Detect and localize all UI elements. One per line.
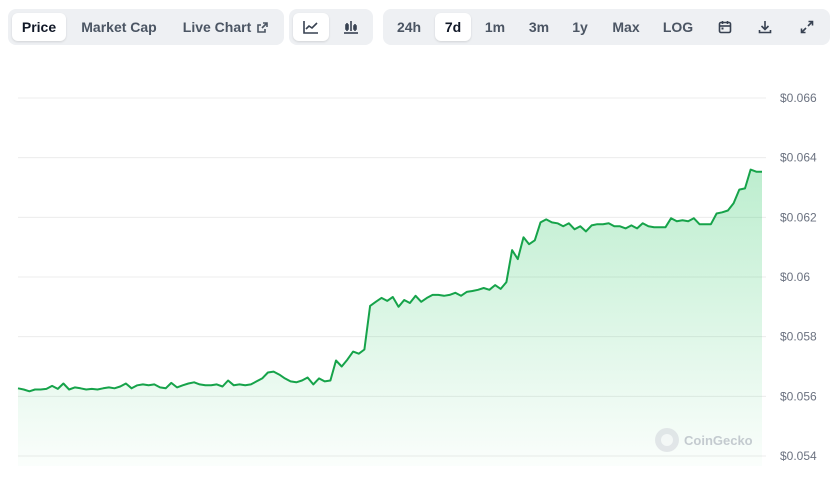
range-24h[interactable]: 24h <box>389 13 429 41</box>
range-label: 3m <box>528 19 550 35</box>
y-tick-label: $0.06 <box>780 270 810 284</box>
range-label: Max <box>612 19 640 35</box>
date-picker-button[interactable] <box>709 13 741 41</box>
chart-type-group <box>289 9 373 45</box>
candlestick-chart-icon <box>343 20 359 34</box>
range-group: 24h 7d 1m 3m 1y Max LOG <box>383 9 830 45</box>
tab-market-cap[interactable]: Market Cap <box>72 13 166 41</box>
range-max[interactable]: Max <box>603 13 649 41</box>
expand-icon <box>800 20 814 34</box>
tab-market-cap-label: Market Cap <box>81 19 157 35</box>
y-tick-label: $0.062 <box>780 210 817 224</box>
coingecko-logo-icon <box>655 428 679 452</box>
metric-tab-group: Price Market Cap Live Chart <box>8 9 284 45</box>
y-tick-label: $0.056 <box>780 389 817 403</box>
tab-live-chart[interactable]: Live Chart <box>174 13 278 41</box>
range-label: 1y <box>572 19 588 35</box>
y-tick-label: $0.054 <box>780 449 817 463</box>
range-3m[interactable]: 3m <box>519 13 559 41</box>
line-chart-icon <box>303 20 319 34</box>
range-label: 24h <box>396 19 422 35</box>
line-chart-button[interactable] <box>293 13 329 41</box>
log-label: LOG <box>662 19 694 35</box>
watermark-text: CoinGecko <box>684 432 753 448</box>
download-icon <box>758 20 772 34</box>
range-label: 7d <box>444 19 462 35</box>
range-label: 1m <box>484 19 506 35</box>
price-area-fill <box>18 169 762 466</box>
price-chart[interactable]: $0.066 $0.064 $0.062 $0.06 $0.058 $0.056 $0.05… <box>0 60 838 480</box>
range-1y[interactable]: 1y <box>563 13 597 41</box>
y-tick-label: $0.066 <box>780 91 817 105</box>
calendar-icon <box>718 20 732 34</box>
log-scale-button[interactable]: LOG <box>655 13 701 41</box>
y-tick-label: $0.058 <box>780 330 817 344</box>
external-link-icon <box>256 21 269 34</box>
chart-toolbar: Price Market Cap Live Chart 24h 7d 1m 3m… <box>0 9 838 45</box>
y-tick-label: $0.064 <box>780 151 817 165</box>
range-1m[interactable]: 1m <box>477 13 513 41</box>
coingecko-watermark: CoinGecko <box>655 428 753 452</box>
download-button[interactable] <box>749 13 781 41</box>
range-7d[interactable]: 7d <box>435 13 471 41</box>
tab-live-chart-label: Live Chart <box>182 19 252 35</box>
price-chart-svg[interactable]: $0.066 $0.064 $0.062 $0.06 $0.058 $0.056 $0.05… <box>0 60 838 480</box>
tab-price[interactable]: Price <box>12 13 66 41</box>
candlestick-chart-button[interactable] <box>333 13 369 41</box>
fullscreen-button[interactable] <box>791 13 823 41</box>
tab-price-label: Price <box>21 19 57 35</box>
